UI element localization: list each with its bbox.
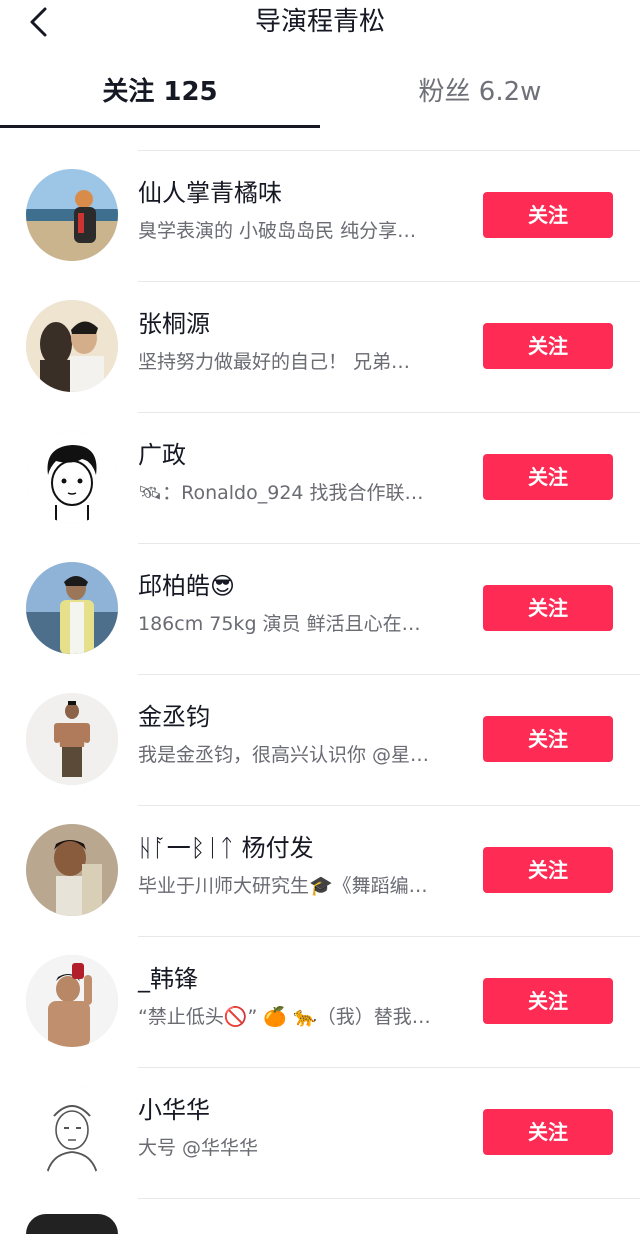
user-name[interactable]: _韩锋 — [138, 963, 198, 995]
user-bio: 臭学表演的 小破岛岛民 纯分享… — [138, 220, 417, 242]
avatar[interactable] — [26, 693, 118, 785]
divider — [138, 1198, 640, 1199]
list-item[interactable]: 金丞钧 我是金丞钧，很高兴认识你 @星… 关注 — [0, 674, 640, 805]
list-item[interactable]: 邱柏皓😎 186cm 75kg 演员 鲜活且心在… 关注 — [0, 543, 640, 674]
user-name[interactable]: 仙人掌青橘味 — [138, 177, 282, 209]
user-name[interactable]: ᚺᚪ一ᛒᛁᛏ 杨付发 — [138, 832, 314, 864]
avatar-image-gym — [26, 693, 118, 785]
follow-button[interactable]: 关注 — [483, 192, 613, 238]
avatar-image-seaside — [26, 562, 118, 654]
follow-button[interactable]: 关注 — [483, 1109, 613, 1155]
list-item[interactable]: 小华华 大号 @华华华 关注 — [0, 1067, 640, 1198]
next-avatar-peek — [26, 1214, 118, 1234]
avatar-image-profile — [26, 300, 118, 392]
user-bio: 毕业于川师大研究生🎓《舞蹈编… — [138, 875, 428, 897]
follow-button[interactable]: 关注 — [483, 847, 613, 893]
user-bio: 我是金丞钧，很高兴认识你 @星… — [138, 744, 430, 766]
list-item[interactable]: 仙人掌青橘味 臭学表演的 小破岛岛民 纯分享… 关注 — [0, 150, 640, 281]
active-tab-indicator — [0, 125, 320, 128]
follow-button[interactable]: 关注 — [483, 978, 613, 1024]
avatar-image-sketch — [26, 1086, 118, 1178]
list-item[interactable]: 广政 🛰：Ronaldo_924 找我合作联… 关注 — [0, 412, 640, 543]
user-name[interactable]: 小华华 — [138, 1094, 210, 1126]
avatar[interactable] — [26, 562, 118, 654]
user-bio: 大号 @华华华 — [138, 1137, 259, 1159]
user-name[interactable]: 广政 — [138, 439, 186, 471]
avatar[interactable] — [26, 955, 118, 1047]
user-bio: 186cm 75kg 演员 鲜活且心在… — [138, 613, 421, 635]
avatar[interactable] — [26, 300, 118, 392]
follow-button[interactable]: 关注 — [483, 454, 613, 500]
avatar-image-portrait — [26, 824, 118, 916]
avatar[interactable] — [26, 1086, 118, 1178]
page-title: 导演程青松 — [254, 7, 385, 37]
list-item[interactable]: ᚺᚪ一ᛒᛁᛏ 杨付发 毕业于川师大研究生🎓《舞蹈编… 关注 — [0, 805, 640, 936]
user-name[interactable]: 邱柏皓😎 — [138, 570, 235, 602]
avatar-image-beach — [26, 169, 118, 261]
follow-button[interactable]: 关注 — [483, 716, 613, 762]
user-bio: “禁止低头🚫” 🍊 🐆（我）替我… — [138, 1006, 431, 1028]
list-item[interactable]: _韩锋 “禁止低头🚫” 🍊 🐆（我）替我… 关注 — [0, 936, 640, 1067]
avatar[interactable] — [26, 431, 118, 523]
tab-followers[interactable]: 粉丝 6.2w — [320, 74, 640, 110]
follow-button[interactable]: 关注 — [483, 585, 613, 631]
list-item[interactable]: 张桐源 坚持努力做最好的自己！ 兄弟… 关注 — [0, 281, 640, 412]
user-name[interactable]: 张桐源 — [138, 308, 210, 340]
top-bar: 导演程青松 — [0, 0, 640, 48]
avatar-image-cartoon — [26, 431, 118, 523]
user-bio: 坚持努力做最好的自己！ 兄弟… — [138, 351, 411, 373]
avatar[interactable] — [26, 824, 118, 916]
user-bio: 🛰：Ronaldo_924 找我合作联… — [138, 482, 424, 504]
user-name[interactable]: 金丞钧 — [138, 701, 210, 733]
tab-following[interactable]: 关注 125 — [0, 74, 320, 110]
follow-button[interactable]: 关注 — [483, 323, 613, 369]
avatar-image-drinking — [26, 955, 118, 1047]
tab-bar: 关注 125 粉丝 6.2w — [0, 62, 640, 128]
avatar[interactable] — [26, 169, 118, 261]
